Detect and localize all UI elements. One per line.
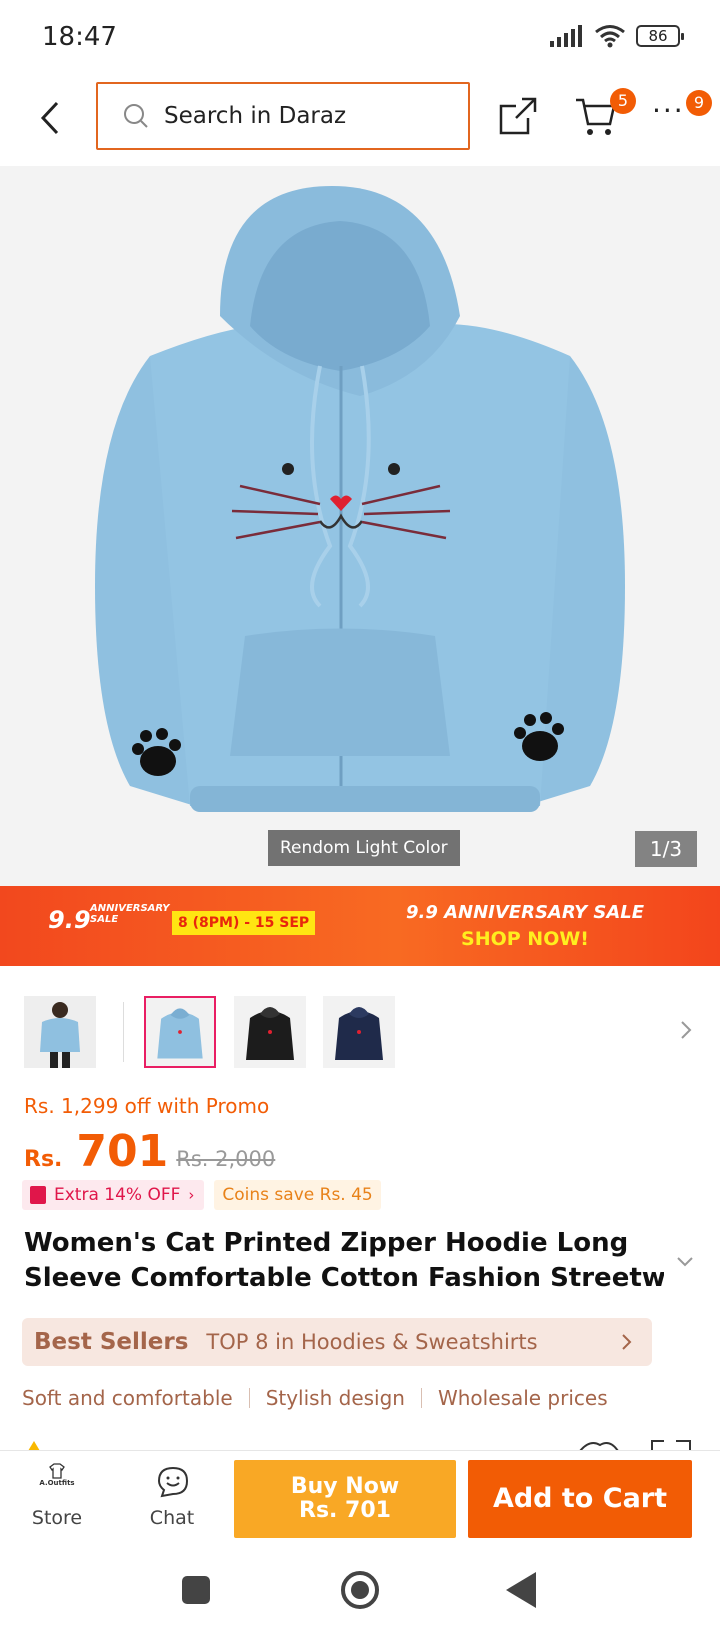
thumbnail-image [323,996,395,1068]
buy-now-button[interactable]: Buy Now Rs. 701 [234,1460,456,1538]
price-value: 701 [76,1126,169,1177]
discount-tags: Extra 14% OFF › Coins save Rs. 45 [22,1180,381,1210]
thumbnail-light-blue[interactable] [144,996,216,1068]
status-icons: 86 [550,24,684,48]
search-icon [124,104,148,128]
best-sellers-label: Best Sellers [34,1329,189,1355]
image-page-counter: 1/3 [635,831,697,867]
promo-text: Rs. 1,299 off with Promo [24,1094,270,1118]
signal-icon [550,25,582,47]
feature-highlights: Soft and comfortable Stylish design Whol… [22,1386,608,1410]
thumbnail-image [234,996,306,1068]
recent-apps-button[interactable] [182,1576,210,1604]
chevron-right-icon [622,1334,632,1350]
chevron-down-icon[interactable] [674,1254,696,1270]
thumbnail-image [146,998,214,1066]
feature-item: Soft and comfortable [22,1386,233,1410]
chevron-right-icon: › [188,1186,195,1204]
best-sellers-row[interactable]: Best Sellers TOP 8 in Hoodies & Sweatshi… [22,1318,652,1366]
chevron-left-icon [40,101,59,135]
store-label: Store [31,1507,83,1529]
buy-now-label: Buy Now [290,1474,400,1499]
chevron-right-icon[interactable] [676,1018,696,1042]
price-row: Rs. 701 Rs. 2,000 [24,1126,275,1178]
image-caption: Rendom Light Color [268,830,460,866]
anniversary-sale-banner[interactable]: 9.9 ANNIVERSARY SALE 8 (8PM) - 15 SEP 9.… [0,886,720,966]
store-logo-icon [49,1463,65,1479]
coins-save-tag[interactable]: Coins save Rs. 45 [214,1180,381,1210]
feature-item: Wholesale prices [437,1386,608,1410]
notification-badge: 9 [686,90,712,116]
system-back-button[interactable] [506,1572,536,1608]
hoodie-image [95,186,625,812]
chat-icon [157,1466,189,1498]
thumbnail-strip [0,990,720,1070]
product-title-line2: Sleeve Comfortable Cotton Fashion Street… [24,1263,664,1293]
voucher-icon [30,1186,46,1204]
banner-date: 8 (8PM) - 15 SEP [172,911,316,935]
rating-row-edge [28,1440,691,1450]
banner-logo-text: ANNIVERSARY SALE [90,903,170,925]
banner-logo-number: 9.9 [48,906,91,934]
product-image-gallery[interactable]: Rendom Light Color 1/3 [0,166,720,886]
add-to-cart-button[interactable]: Add to Cart [468,1460,692,1538]
wifi-icon [595,25,625,48]
status-time: 18:47 [42,22,117,52]
buy-now-price: Rs. 701 [299,1498,391,1523]
thumbnail-navy[interactable] [323,996,395,1068]
thumbnail-divider [123,1002,124,1062]
store-button[interactable]: A.Outfits Store [18,1463,96,1535]
product-title-line1: Women's Cat Printed Zipper Hoodie Long [24,1228,629,1258]
original-price: Rs. 2,000 [176,1147,276,1171]
search-placeholder: Search in Daraz [164,103,347,129]
product-title[interactable]: Women's Cat Printed Zipper Hoodie Long S… [24,1226,664,1296]
back-button[interactable] [30,94,70,142]
rating-row-peek [0,1436,720,1450]
price-currency: Rs. [24,1147,63,1172]
battery-icon: 86 [636,25,684,47]
banner-cta: SHOP NOW! [461,928,589,950]
thumbnail-black[interactable] [234,996,306,1068]
chat-label: Chat [149,1507,195,1529]
header: Search in Daraz 5 ··· 9 [0,76,720,166]
best-sellers-rank: TOP 8 in Hoodies & Sweatshirts [206,1330,538,1354]
cart-count-badge: 5 [610,88,636,114]
feature-separator [420,1388,422,1408]
feature-separator [248,1388,250,1408]
banner-title: 9.9 ANNIVERSARY SALE [405,902,645,923]
status-bar: 18:47 86 [0,0,720,76]
store-logo-text: A.Outfits [39,1479,75,1487]
thumbnail-image [24,996,96,1068]
feature-item: Stylish design [265,1386,405,1410]
home-button[interactable] [341,1571,379,1609]
bottom-action-bar: A.Outfits Store Chat Buy Now Rs. 701 Add… [0,1450,720,1546]
thumbnail-model[interactable] [24,996,96,1068]
search-input[interactable]: Search in Daraz [96,82,470,150]
system-nav-bar [0,1546,720,1640]
chat-button[interactable]: Chat [132,1463,212,1535]
extra-discount-tag[interactable]: Extra 14% OFF › [22,1180,205,1210]
extra-discount-label: Extra 14% OFF [54,1185,181,1205]
share-icon[interactable] [498,96,538,136]
